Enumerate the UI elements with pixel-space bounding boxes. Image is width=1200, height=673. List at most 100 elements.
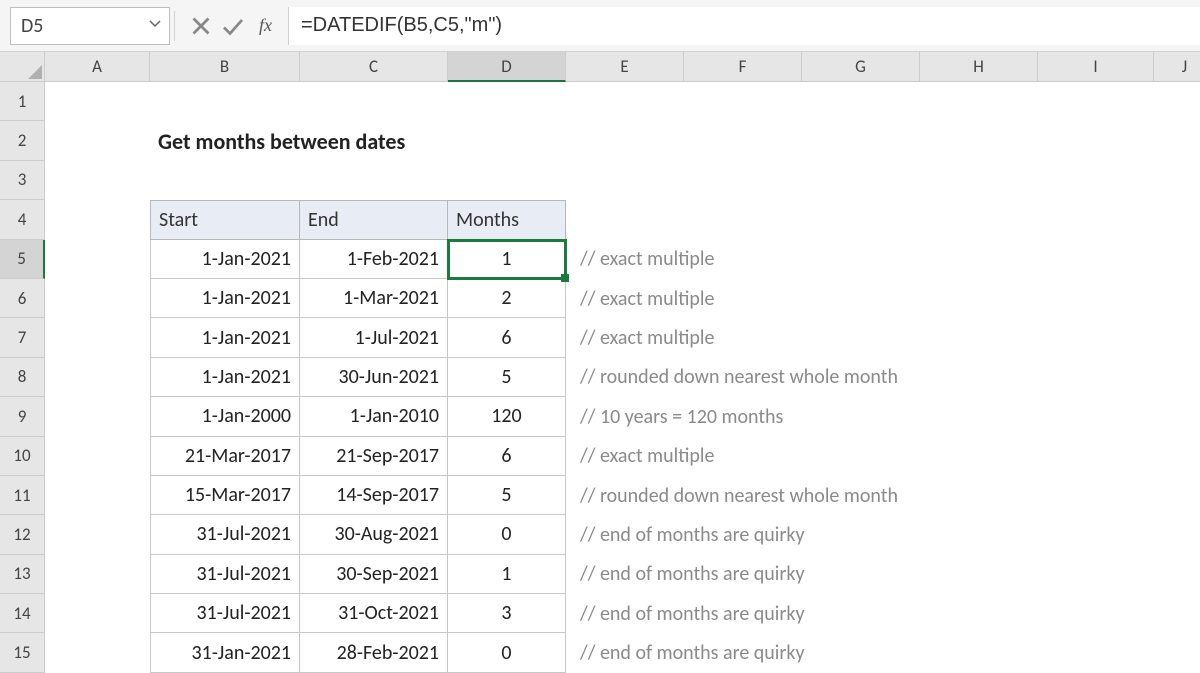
cell-A11[interactable] (45, 476, 150, 515)
cell-end-5[interactable]: 1-Feb-2021 (300, 240, 448, 279)
cell-end-12[interactable]: 30-Aug-2021 (300, 515, 448, 554)
fx-icon[interactable]: fx (253, 15, 278, 36)
cell-F1[interactable] (684, 82, 802, 121)
cell-I1[interactable] (1038, 82, 1154, 121)
cell-months-8[interactable]: 5 (448, 358, 566, 397)
cell-months-6[interactable]: 2 (448, 279, 566, 318)
column-header-B[interactable]: B (150, 52, 300, 82)
cell-J4[interactable] (1154, 200, 1200, 239)
row-header-2[interactable]: 2 (0, 121, 45, 160)
cell-months-13[interactable]: 1 (448, 555, 566, 594)
column-header-E[interactable]: E (566, 52, 684, 82)
cell-D3[interactable] (448, 161, 566, 200)
cell-end-6[interactable]: 1-Mar-2021 (300, 279, 448, 318)
row-header-9[interactable]: 9 (0, 397, 45, 436)
cell-start-7[interactable]: 1-Jan-2021 (150, 318, 300, 357)
cell-end-10[interactable]: 21-Sep-2017 (300, 437, 448, 476)
cell-A6[interactable] (45, 279, 150, 318)
cell-G1[interactable] (802, 82, 920, 121)
cell-months-7[interactable]: 6 (448, 318, 566, 357)
cell-A15[interactable] (45, 633, 150, 672)
cell-F4[interactable] (684, 200, 802, 239)
enter-icon[interactable] (221, 14, 245, 38)
cell-H1[interactable] (920, 82, 1038, 121)
cell-start-12[interactable]: 31-Jul-2021 (150, 515, 300, 554)
name-box[interactable]: D5 (10, 7, 170, 45)
cell-E3[interactable] (566, 161, 684, 200)
row-header-4[interactable]: 4 (0, 200, 45, 239)
row-header-15[interactable]: 15 (0, 633, 45, 672)
fill-handle[interactable] (561, 274, 569, 282)
cancel-icon[interactable] (189, 14, 213, 38)
cell-start-14[interactable]: 31-Jul-2021 (150, 594, 300, 633)
column-header-D[interactable]: D (448, 52, 566, 82)
formula-input[interactable] (288, 7, 1200, 45)
cell-H4[interactable] (920, 200, 1038, 239)
row-header-12[interactable]: 12 (0, 515, 45, 554)
cell-A14[interactable] (45, 594, 150, 633)
cell-end-14[interactable]: 31-Oct-2021 (300, 594, 448, 633)
cell-months-11[interactable]: 5 (448, 476, 566, 515)
cell-H3[interactable] (920, 161, 1038, 200)
cell-months-9[interactable]: 120 (448, 397, 566, 436)
cell-end-13[interactable]: 30-Sep-2021 (300, 555, 448, 594)
cell-end-7[interactable]: 1-Jul-2021 (300, 318, 448, 357)
chevron-down-icon[interactable] (149, 17, 161, 34)
row-header-3[interactable]: 3 (0, 161, 45, 200)
select-all-corner[interactable] (0, 52, 45, 82)
cell-A4[interactable] (45, 200, 150, 239)
cell-C1[interactable] (300, 82, 448, 121)
cell-start-9[interactable]: 1-Jan-2000 (150, 397, 300, 436)
cell-end-9[interactable]: 1-Jan-2010 (300, 397, 448, 436)
column-header-I[interactable]: I (1038, 52, 1154, 82)
cell-start-6[interactable]: 1-Jan-2021 (150, 279, 300, 318)
row-header-14[interactable]: 14 (0, 594, 45, 633)
cell-F3[interactable] (684, 161, 802, 200)
row-header-6[interactable]: 6 (0, 279, 45, 318)
cell-A5[interactable] (45, 240, 150, 279)
cell-start-13[interactable]: 31-Jul-2021 (150, 555, 300, 594)
cell-A7[interactable] (45, 318, 150, 357)
cell-months-15[interactable]: 0 (448, 633, 566, 672)
column-header-A[interactable]: A (45, 52, 150, 82)
cell-months-10[interactable]: 6 (448, 437, 566, 476)
cell-months-12[interactable]: 0 (448, 515, 566, 554)
row-header-5[interactable]: 5 (0, 240, 45, 279)
cell-months-5[interactable]: 1 (448, 240, 566, 279)
cell-J1[interactable] (1154, 82, 1200, 121)
row-header-13[interactable]: 13 (0, 555, 45, 594)
row-header-7[interactable]: 7 (0, 318, 45, 357)
row-header-8[interactable]: 8 (0, 358, 45, 397)
cell-A2[interactable] (45, 121, 150, 160)
cell-A12[interactable] (45, 515, 150, 554)
cell-start-15[interactable]: 31-Jan-2021 (150, 633, 300, 672)
row-header-10[interactable]: 10 (0, 437, 45, 476)
cell-E4[interactable] (566, 200, 684, 239)
cell-A13[interactable] (45, 555, 150, 594)
cell-end-11[interactable]: 14-Sep-2017 (300, 476, 448, 515)
cell-I4[interactable] (1038, 200, 1154, 239)
cell-A3[interactable] (45, 161, 150, 200)
cell-start-11[interactable]: 15-Mar-2017 (150, 476, 300, 515)
cell-start-5[interactable]: 1-Jan-2021 (150, 240, 300, 279)
cell-end-8[interactable]: 30-Jun-2021 (300, 358, 448, 397)
cell-B3[interactable] (150, 161, 300, 200)
cell-C3[interactable] (300, 161, 448, 200)
row-header-1[interactable]: 1 (0, 82, 45, 121)
cell-A1[interactable] (45, 82, 150, 121)
cell-A9[interactable] (45, 397, 150, 436)
cell-I3[interactable] (1038, 161, 1154, 200)
row-header-11[interactable]: 11 (0, 476, 45, 515)
column-header-H[interactable]: H (920, 52, 1038, 82)
cell-A10[interactable] (45, 437, 150, 476)
cell-start-8[interactable]: 1-Jan-2021 (150, 358, 300, 397)
cell-G4[interactable] (802, 200, 920, 239)
cell-B1[interactable] (150, 82, 300, 121)
cell-A8[interactable] (45, 358, 150, 397)
cell-J3[interactable] (1154, 161, 1200, 200)
cell-start-10[interactable]: 21-Mar-2017 (150, 437, 300, 476)
column-header-F[interactable]: F (684, 52, 802, 82)
cell-E1[interactable] (566, 82, 684, 121)
column-header-C[interactable]: C (300, 52, 448, 82)
column-header-J[interactable]: J (1154, 52, 1200, 82)
